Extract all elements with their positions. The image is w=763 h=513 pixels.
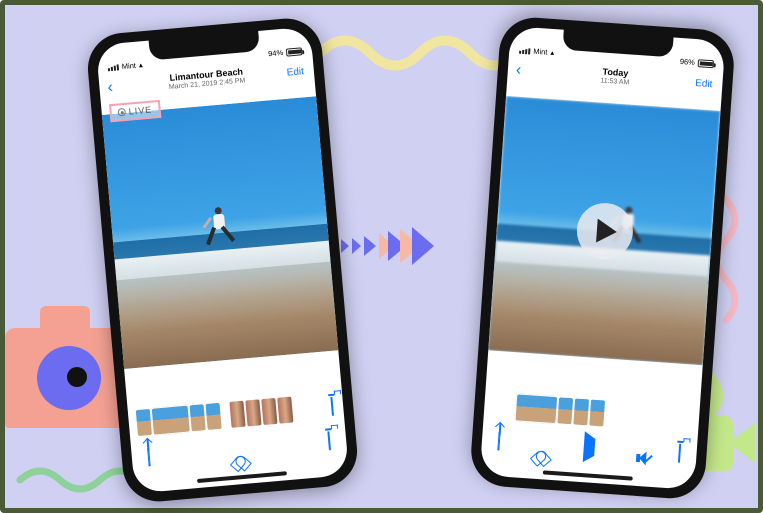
phone-right: Mint ▴ 96% ‹ Today 11:53 AM Edit	[469, 15, 736, 500]
thumbnail[interactable]	[573, 398, 589, 425]
share-icon	[497, 432, 500, 450]
thumbnail-selected[interactable]	[515, 394, 557, 423]
nav-title-line2: 11:53 AM	[600, 78, 630, 88]
thumbnail[interactable]	[557, 397, 573, 424]
play-button-toolbar[interactable]	[583, 438, 595, 457]
trash-button[interactable]	[327, 432, 331, 450]
live-label: LIVE	[128, 105, 152, 117]
home-indicator[interactable]	[196, 471, 286, 483]
share-icon	[147, 448, 151, 466]
home-indicator[interactable]	[542, 470, 632, 480]
share-button[interactable]	[147, 448, 151, 466]
thumbnail-selected[interactable]	[152, 406, 190, 435]
thumbnail[interactable]	[277, 397, 293, 424]
signal-icon	[108, 64, 119, 71]
phone-left: Mint ▴ 94% ‹ Limantour Beach March 21, 2…	[85, 16, 360, 505]
thumbnail[interactable]	[229, 401, 245, 428]
trash-icon	[678, 444, 681, 463]
back-button[interactable]: ‹	[515, 62, 522, 80]
thumbnail[interactable]	[245, 399, 261, 426]
thumbnail[interactable]	[205, 403, 221, 430]
signal-icon	[519, 47, 530, 54]
screen-left: Mint ▴ 94% ‹ Limantour Beach March 21, 2…	[96, 26, 349, 493]
battery-icon	[286, 47, 303, 56]
play-icon	[583, 431, 596, 463]
runner-figure	[205, 206, 233, 254]
battery-icon	[698, 59, 715, 68]
battery-percent: 96%	[680, 57, 696, 67]
carrier-label: Mint	[121, 61, 136, 71]
thumbnail[interactable]	[190, 404, 206, 431]
share-button[interactable]	[497, 432, 500, 450]
carrier-label: Mint	[533, 47, 548, 57]
back-button[interactable]: ‹	[107, 79, 114, 97]
illustration-canvas: Mint ▴ 94% ‹ Limantour Beach March 21, 2…	[0, 0, 763, 513]
battery-percent: 94%	[268, 48, 284, 58]
nav-title: Limantour Beach March 21, 2019 2:45 PM	[168, 68, 246, 92]
thumbnail[interactable]	[136, 409, 152, 436]
screen-right: Mint ▴ 96% ‹ Today 11:53 AM Edit	[480, 26, 726, 490]
video-viewer[interactable]	[488, 96, 720, 365]
trash-icon	[327, 431, 331, 450]
thumbnail[interactable]	[589, 400, 605, 427]
wifi-icon: ▴	[550, 48, 554, 57]
live-photo-viewer[interactable]	[102, 96, 338, 369]
edit-button[interactable]: Edit	[286, 66, 304, 78]
thumbnail[interactable]	[261, 398, 277, 425]
edit-button[interactable]: Edit	[695, 78, 713, 90]
wifi-icon: ▴	[138, 60, 143, 69]
nav-title: Today 11:53 AM	[600, 68, 630, 88]
live-icon	[117, 108, 126, 117]
trash-button[interactable]	[678, 445, 681, 463]
